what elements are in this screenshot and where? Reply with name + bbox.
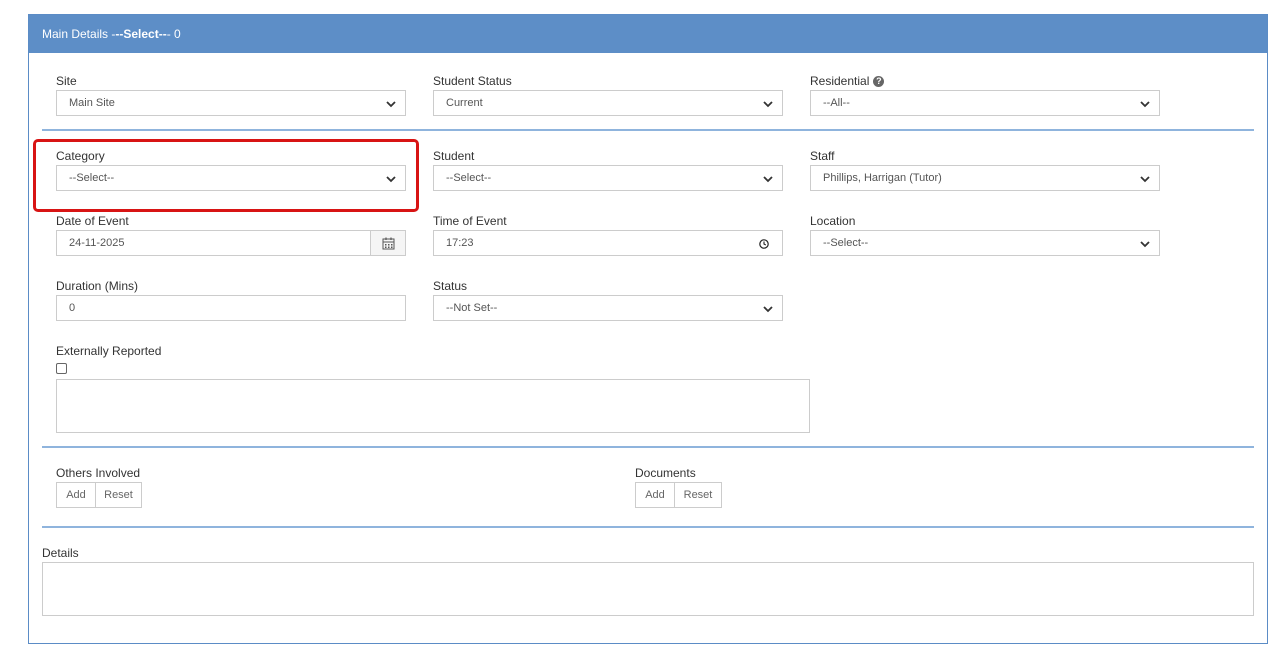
location-select[interactable]: --Select--: [810, 230, 1160, 256]
chevron-down-icon: [763, 306, 773, 313]
staff-select[interactable]: Phillips, Harrigan (Tutor): [810, 165, 1160, 191]
location-label: Location: [810, 214, 856, 228]
residential-label: Residential: [810, 74, 870, 88]
calendar-button[interactable]: [370, 230, 406, 256]
residential-select[interactable]: --All--: [810, 90, 1160, 116]
staff-label: Staff: [810, 149, 835, 163]
site-select[interactable]: Main Site: [56, 90, 406, 116]
status-label: Status: [433, 279, 468, 293]
staff-value: Phillips, Harrigan (Tutor): [823, 172, 942, 184]
documents-reset-button[interactable]: Reset: [675, 482, 722, 508]
documents-add-button[interactable]: Add: [635, 482, 675, 508]
student-value: --Select--: [446, 172, 492, 184]
calendar-icon: [382, 237, 394, 249]
others-involved-add-button[interactable]: Add: [56, 482, 96, 508]
time-of-event-label: Time of Event: [433, 214, 507, 228]
student-select[interactable]: --Select--: [433, 165, 783, 191]
section-divider: [42, 446, 1254, 448]
header-prefix: Main Details -: [42, 27, 116, 41]
status-value: --Not Set--: [446, 302, 498, 314]
chevron-down-icon: [1140, 241, 1150, 248]
section-divider: [42, 129, 1254, 131]
site-label: Site: [56, 74, 77, 88]
others-involved-reset-button[interactable]: Reset: [96, 482, 142, 508]
student-status-label: Student Status: [433, 74, 512, 88]
documents-label: Documents: [635, 466, 696, 480]
chevron-down-icon: [1140, 176, 1150, 183]
date-of-event-label: Date of Event: [56, 214, 129, 228]
chevron-down-icon: [763, 176, 773, 183]
category-highlight-box: [33, 139, 419, 212]
details-label: Details: [42, 546, 79, 560]
panel-header: Main Details - --Select-- - 0: [29, 15, 1267, 53]
time-of-event-input[interactable]: 17:23: [433, 230, 783, 256]
date-of-event-input[interactable]: 24-11-2025: [56, 230, 371, 256]
location-value: --Select--: [823, 237, 869, 249]
others-involved-buttons: Add Reset: [56, 482, 142, 508]
header-selected: --Select--: [115, 27, 167, 41]
documents-buttons: Add Reset: [635, 482, 722, 508]
residential-value: --All--: [823, 97, 850, 109]
duration-label: Duration (Mins): [56, 279, 139, 293]
student-status-select[interactable]: Current: [433, 90, 783, 116]
residential-label-wrap: Residential?: [810, 74, 885, 88]
chevron-down-icon: [763, 101, 773, 108]
chevron-down-icon: [1140, 101, 1150, 108]
student-status-value: Current: [446, 97, 483, 109]
header-suffix: - 0: [166, 27, 181, 41]
clock-icon[interactable]: [758, 238, 770, 250]
status-select[interactable]: --Not Set--: [433, 295, 783, 321]
externally-reported-notes[interactable]: [56, 379, 810, 433]
others-involved-label: Others Involved: [56, 466, 141, 480]
question-circle-icon[interactable]: ?: [873, 76, 885, 88]
details-textarea[interactable]: [42, 562, 1254, 616]
site-value: Main Site: [69, 97, 115, 109]
duration-value: 0: [69, 302, 76, 314]
externally-reported-label: Externally Reported: [56, 344, 162, 358]
time-of-event-value: 17:23: [446, 237, 474, 249]
duration-input[interactable]: 0: [56, 295, 406, 321]
section-divider: [42, 526, 1254, 528]
student-label: Student: [433, 149, 475, 163]
date-of-event-value: 24-11-2025: [69, 237, 125, 249]
externally-reported-checkbox[interactable]: [56, 363, 67, 374]
chevron-down-icon: [386, 101, 396, 108]
